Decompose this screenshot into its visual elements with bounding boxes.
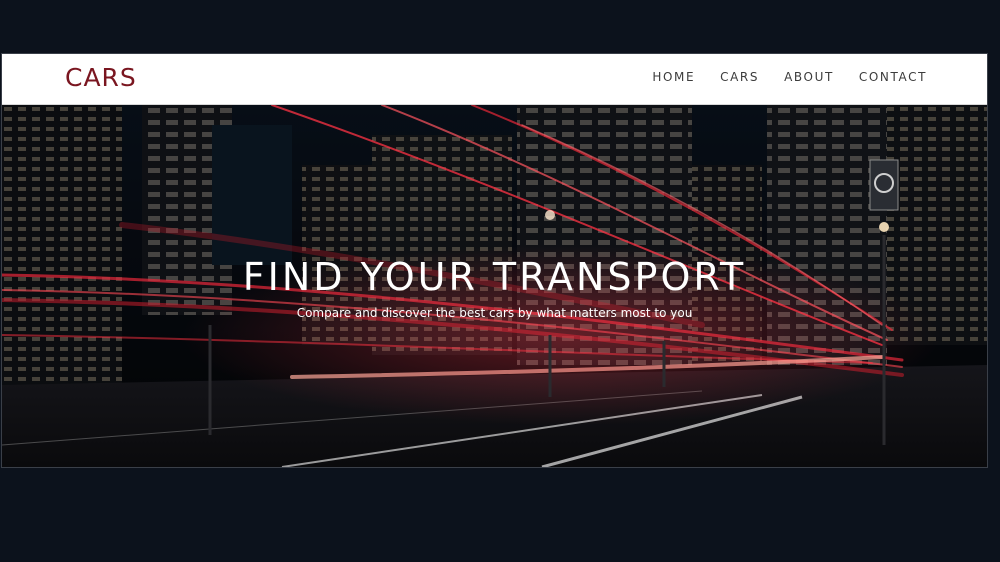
nav-link-cars[interactable]: CARS (720, 70, 759, 84)
nav-links: HOME CARS ABOUT CONTACT (652, 70, 927, 84)
brand-logo[interactable]: CARS (65, 63, 137, 92)
nav-link-about[interactable]: ABOUT (784, 70, 834, 84)
hero-title: FIND YOUR TRANSPORT (242, 255, 747, 299)
top-navbar: CARS HOME CARS ABOUT CONTACT (2, 54, 987, 105)
nav-link-contact[interactable]: CONTACT (859, 70, 927, 84)
hero-subtitle: Compare and discover the best cars by wh… (296, 306, 693, 320)
hero-section: FIND YOUR TRANSPORT Compare and discover… (2, 105, 987, 467)
nav-link-home[interactable]: HOME (652, 70, 695, 84)
browser-viewport: CARS HOME CARS ABOUT CONTACT FIND YOUR T… (1, 53, 988, 468)
